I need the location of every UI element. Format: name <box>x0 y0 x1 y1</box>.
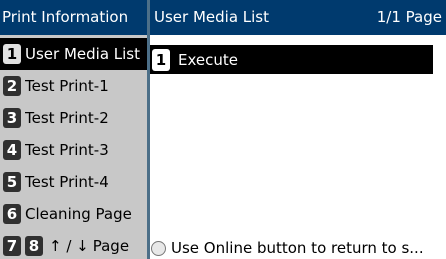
nav-item-label: User Media List <box>25 45 140 63</box>
right-panel-header: User Media List 1/1 Page <box>150 0 446 35</box>
footer-message: Use Online button to return to s... <box>150 237 446 259</box>
nav-item-label: Cleaning Page <box>25 205 132 223</box>
number-badge: 2 <box>3 76 21 96</box>
number-badge: 5 <box>3 172 21 192</box>
left-nav-panel: Print Information 1 User Media List 2 Te… <box>0 0 147 259</box>
number-badge: 1 <box>152 48 170 71</box>
page-indicator: 1/1 Page <box>376 8 442 26</box>
online-button-icon <box>151 240 166 256</box>
number-badge-up[interactable]: 7 <box>3 236 21 256</box>
nav-item-test-print-4[interactable]: 5 Test Print-4 <box>0 166 147 198</box>
nav-item-cleaning-page[interactable]: 6 Cleaning Page <box>0 198 147 230</box>
execute-menu-item[interactable]: 1 Execute <box>150 45 433 74</box>
number-badge-down[interactable]: 8 <box>25 236 43 256</box>
number-badge: 3 <box>3 108 21 128</box>
nav-item-test-print-2[interactable]: 3 Test Print-2 <box>0 102 147 134</box>
number-badge: 4 <box>3 140 21 160</box>
nav-item-user-media-list[interactable]: 1 User Media List <box>0 38 147 70</box>
footer-text: Use Online button to return to s... <box>171 239 424 257</box>
right-content-panel: User Media List 1/1 Page 1 Execute Use O… <box>147 0 446 259</box>
number-badge: 6 <box>3 204 21 224</box>
up-down-arrows-icon: ↑ / ↓ <box>49 237 89 255</box>
nav-item-test-print-3[interactable]: 4 Test Print-3 <box>0 134 147 166</box>
page-navigation-hint[interactable]: 7 8 ↑ / ↓ Page <box>0 230 147 259</box>
panel-title: User Media List <box>154 8 269 26</box>
nav-item-test-print-1[interactable]: 2 Test Print-1 <box>0 70 147 102</box>
left-panel-title: Print Information <box>0 0 147 35</box>
nav-item-label: Test Print-4 <box>25 173 109 191</box>
number-badge: 1 <box>3 44 21 64</box>
nav-item-label: Test Print-1 <box>25 77 109 95</box>
nav-item-label: Test Print-3 <box>25 141 109 159</box>
execute-label: Execute <box>178 50 238 69</box>
nav-item-label: Test Print-2 <box>25 109 109 127</box>
page-label: Page <box>92 237 130 255</box>
